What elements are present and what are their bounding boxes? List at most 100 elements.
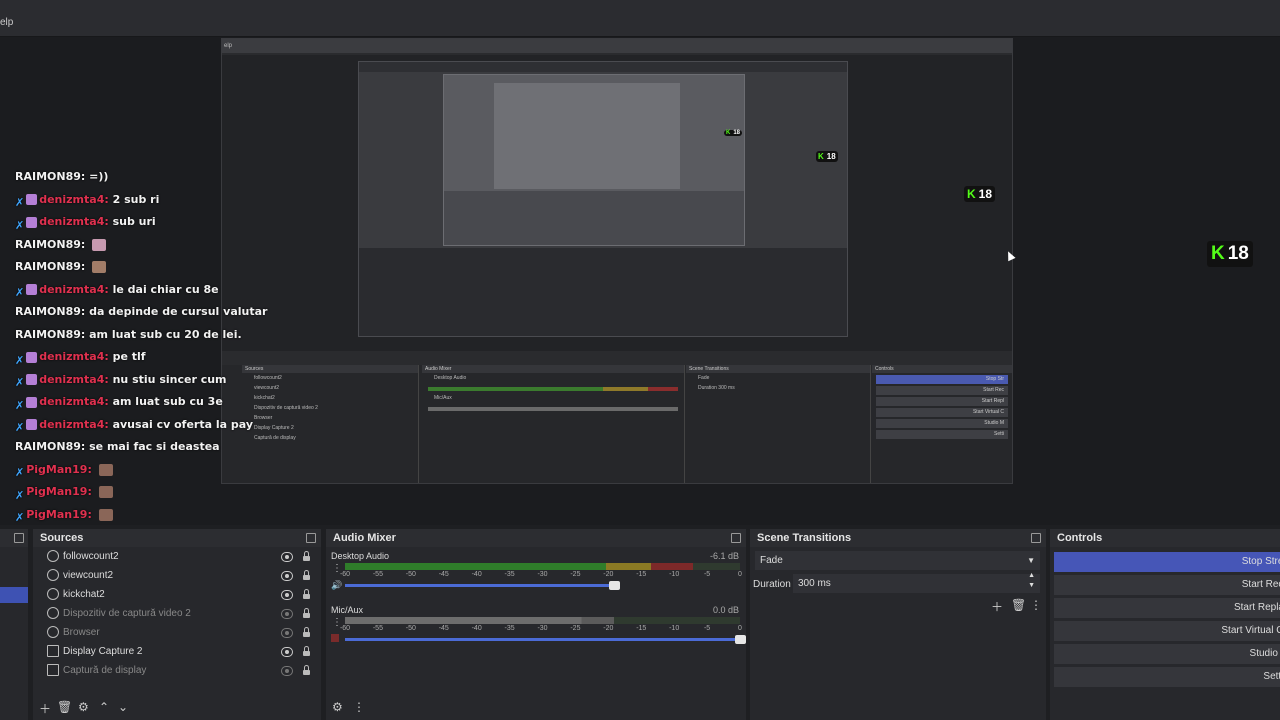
advanced-audio-icon[interactable]: ⚙ bbox=[332, 700, 343, 714]
source-label: Dispozitiv de captură video 2 bbox=[63, 608, 191, 619]
float-dock-icon[interactable] bbox=[14, 533, 24, 543]
chat-text: am luat sub cu 20 de lei. bbox=[89, 327, 242, 341]
kick-viewer-count: 18 bbox=[826, 152, 836, 161]
duration-spinbox[interactable]: 300 ms ▲ ▼ bbox=[793, 571, 1040, 593]
moderator-sword-icon: ✗ bbox=[15, 421, 25, 434]
eye-icon[interactable] bbox=[281, 590, 293, 600]
source-item[interactable]: followcount2 bbox=[33, 547, 321, 566]
scenes-dock-title bbox=[0, 529, 28, 547]
nested-transitions-title: Scene Transitions bbox=[686, 365, 870, 373]
lock-icon[interactable] bbox=[303, 589, 310, 599]
lock-icon[interactable] bbox=[303, 551, 310, 561]
source-item[interactable]: Browser bbox=[33, 623, 321, 642]
moderator-sword-icon: ✗ bbox=[15, 286, 25, 299]
lock-icon[interactable] bbox=[303, 570, 310, 580]
add-source-icon[interactable]: ＋ bbox=[39, 700, 51, 717]
nested-control-button: Studio M bbox=[876, 419, 1008, 428]
meter-tick-label: -35 bbox=[504, 571, 515, 578]
spin-arrows-icon[interactable]: ▲ ▼ bbox=[1028, 571, 1035, 591]
nested-docks-3 bbox=[444, 191, 744, 245]
control-button[interactable]: Start Replay bbox=[1054, 598, 1280, 618]
transition-menu-icon[interactable]: ⋮ bbox=[1030, 598, 1042, 612]
transition-value: Fade bbox=[760, 555, 783, 566]
chat-message: ✗ PigMan19: bbox=[15, 483, 275, 506]
chat-text: se mai fac si deastea bbox=[89, 440, 220, 453]
control-button[interactable]: Stop Strea bbox=[1054, 552, 1280, 572]
chat-message: ✗ denizmta4: pe tlf bbox=[15, 348, 275, 371]
chat-colon: : bbox=[80, 170, 90, 183]
float-dock-icon[interactable] bbox=[306, 533, 316, 543]
selected-scene-row[interactable] bbox=[0, 587, 28, 603]
menu-help[interactable]: elp bbox=[0, 17, 13, 28]
source-item[interactable]: viewcount2 bbox=[33, 566, 321, 585]
remove-source-icon[interactable]: 🗑 bbox=[57, 700, 72, 714]
muted-icon[interactable] bbox=[331, 634, 339, 642]
eye-icon[interactable] bbox=[281, 571, 293, 581]
volume-meter-fill bbox=[345, 617, 614, 624]
duration-value: 300 ms bbox=[798, 578, 831, 589]
source-properties-icon[interactable]: ⚙ bbox=[78, 700, 89, 714]
control-button[interactable]: Studio M bbox=[1054, 644, 1280, 664]
eye-hidden-icon[interactable] bbox=[281, 666, 293, 676]
volume-meter bbox=[345, 563, 740, 570]
eye-hidden-icon[interactable] bbox=[281, 628, 293, 638]
add-transition-icon[interactable]: ＋ bbox=[991, 598, 1003, 615]
chat-text: am luat sub cu 3e bbox=[112, 395, 223, 408]
source-item[interactable]: Captură de display bbox=[33, 661, 321, 680]
chat-message: ✗ PigMan19: bbox=[15, 506, 275, 529]
subscriber-badge-icon bbox=[26, 351, 38, 363]
browser-icon bbox=[47, 569, 59, 582]
control-button[interactable]: Start Reco bbox=[1054, 575, 1280, 595]
speaker-icon[interactable]: 🔊 bbox=[331, 580, 342, 591]
eye-icon[interactable] bbox=[281, 647, 293, 657]
channel-db: 0.0 dB bbox=[712, 605, 739, 615]
control-button[interactable]: Settin bbox=[1054, 667, 1280, 687]
transition-select[interactable]: Fade ▼ bbox=[755, 551, 1040, 570]
lock-icon[interactable] bbox=[303, 646, 310, 656]
chat-username: denizmta4 bbox=[39, 417, 105, 431]
eye-icon[interactable] bbox=[281, 552, 293, 562]
source-item[interactable]: Dispozitiv de captură video 2 bbox=[33, 604, 321, 623]
kick-logo-icon: K bbox=[1211, 243, 1225, 264]
subscriber-badge-icon bbox=[26, 374, 38, 385]
source-item[interactable]: Display Capture 2 bbox=[33, 642, 321, 661]
volume-slider[interactable] bbox=[345, 581, 620, 590]
volume-slider[interactable] bbox=[345, 635, 746, 644]
remove-transition-icon[interactable]: 🗑 bbox=[1011, 598, 1026, 612]
chat-username: denizmta4 bbox=[39, 282, 105, 296]
source-label: followcount2 bbox=[63, 551, 119, 562]
kick-logo-icon: K bbox=[726, 130, 731, 136]
chat-message: RAIMON89: =)) bbox=[15, 168, 275, 191]
source-label: viewcount2 bbox=[63, 570, 114, 581]
chat-colon: : bbox=[87, 462, 96, 476]
nested-control-button: Start Virtual C bbox=[876, 408, 1008, 417]
chat-username: denizmta4 bbox=[39, 372, 105, 386]
nested-controls-dock: Controls Stop Str Start Rec Start Repl Star… bbox=[872, 365, 1012, 483]
volume-slider-handle[interactable] bbox=[735, 635, 746, 644]
meter-tick-label: 0 bbox=[738, 625, 742, 632]
volume-slider-handle[interactable] bbox=[609, 581, 620, 590]
meter-tick-label: -55 bbox=[372, 625, 383, 632]
sources-dock-title: Sources bbox=[33, 529, 321, 547]
float-dock-icon[interactable] bbox=[731, 533, 741, 543]
source-item[interactable]: kickchat2 bbox=[33, 585, 321, 604]
chat-emote-icon bbox=[92, 238, 107, 251]
nested-duration-label: Duration bbox=[698, 385, 717, 391]
lock-icon[interactable] bbox=[303, 665, 310, 675]
chat-colon: : bbox=[80, 237, 90, 251]
float-dock-icon[interactable] bbox=[1031, 533, 1041, 543]
move-down-icon[interactable]: ⌄ bbox=[118, 700, 128, 714]
scene-transitions-title: Scene Transitions bbox=[757, 532, 852, 544]
chat-colon: : bbox=[104, 192, 113, 206]
meter-tick-label: -45 bbox=[438, 625, 449, 632]
chat-message: RAIMON89: bbox=[15, 236, 275, 259]
lock-icon[interactable] bbox=[303, 608, 310, 618]
move-up-icon[interactable]: ⌃ bbox=[99, 700, 109, 714]
chat-text: =)) bbox=[89, 170, 109, 183]
eye-hidden-icon[interactable] bbox=[281, 609, 293, 619]
control-button[interactable]: Start Virtual Ca bbox=[1054, 621, 1280, 641]
lock-icon[interactable] bbox=[303, 627, 310, 637]
browser-icon bbox=[47, 626, 59, 639]
mixer-menu-icon[interactable]: ⋮ bbox=[353, 700, 365, 714]
chat-colon: : bbox=[80, 305, 90, 318]
